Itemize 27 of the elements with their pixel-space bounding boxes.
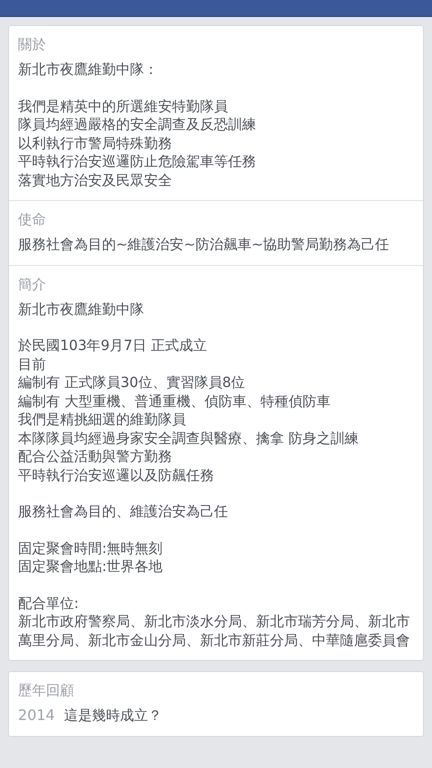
text-line: 我們是精挑細選的維勤隊員 bbox=[18, 411, 187, 430]
text-line: 本隊隊員均經過身家安全調查與醫療、擒拿 防身之訓練 bbox=[18, 430, 360, 448]
text-line: 目前 bbox=[18, 356, 47, 374]
text-line: 平時執行治安巡邏防止危險駕車等任務 bbox=[18, 153, 257, 172]
text-line: 編制有 大型重機、普通重機、偵防車、特種偵防車 bbox=[18, 392, 332, 411]
text-line: 落實地方治安及民眾安全 bbox=[18, 172, 173, 190]
text-line: 平時執行治安巡邏以及防飆任務 bbox=[18, 466, 215, 485]
text-line: 新北市夜鷹維勤中隊 bbox=[18, 300, 145, 319]
text-line: 配合公益活動與警方勤務 bbox=[18, 448, 173, 466]
history-link[interactable]: 這是幾時成立？ bbox=[64, 707, 162, 726]
text-line: 固定聚會時間:無時無刻 bbox=[18, 540, 164, 558]
section-label: 歷年回顧 bbox=[18, 682, 75, 701]
section-label: 關於 bbox=[18, 36, 47, 55]
text-line: 編制有 正式隊員30位、實習隊員8位 bbox=[18, 374, 246, 392]
text-line: 新北市政府警察局、新北市淡水分局、新北市瑞芳分局、新北市萬里分局、新北市金山分局、新北市新莊分局、中華隨扈委員會 bbox=[18, 613, 411, 650]
text-line: 固定聚會地點:世界各地 bbox=[18, 558, 164, 576]
text-line: 於民國103年9月7日 正式成立 bbox=[18, 337, 208, 356]
year-label: 2014 bbox=[18, 707, 55, 726]
text-line: 新北市夜鷹維勤中隊： bbox=[18, 61, 159, 80]
section-label: 簡介 bbox=[18, 276, 47, 294]
text-line: 服務社會為目的~維護治安~防治飆車~協助警局勤務為己任 bbox=[18, 236, 390, 254]
text-line: 服務社會為目的、維護治安為己任 bbox=[18, 503, 229, 522]
text-line: 配合單位: bbox=[18, 594, 80, 613]
text-line: 我們是精英中的所選維安特勤隊員 bbox=[18, 98, 229, 116]
text-line: 以利執行市警局特殊勤務 bbox=[18, 134, 173, 153]
section-label: 使命 bbox=[18, 211, 47, 230]
text-line: 隊員均經過嚴格的安全調查及反恐訓練 bbox=[18, 116, 257, 134]
